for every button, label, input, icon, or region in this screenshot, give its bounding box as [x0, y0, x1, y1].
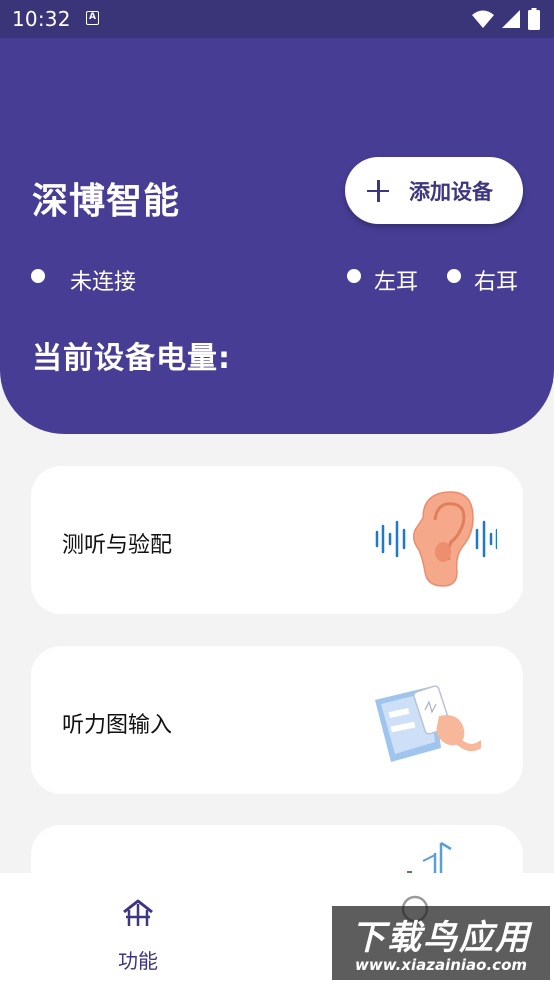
brand-title: 深博智能 — [32, 181, 181, 222]
add-device-button[interactable]: 添加设备 — [345, 157, 523, 224]
right-ear-label: 右耳 — [474, 270, 519, 295]
left-ear-dot — [347, 269, 361, 283]
watermark: 下载鸟应用 www.xiazainiao.com — [332, 906, 550, 980]
music-note-icon — [407, 841, 452, 875]
ear-soundwave-icon — [375, 491, 497, 587]
wifi-icon — [472, 10, 494, 28]
battery-label: 当前设备电量: — [32, 341, 231, 376]
watermark-title: 下载鸟应用 — [351, 918, 531, 958]
connection-status: 未连接 — [70, 270, 137, 295]
card-label: 测听与验配 — [62, 533, 173, 558]
plus-icon — [367, 179, 389, 202]
card-hearing-test[interactable]: 测听与验配 — [31, 466, 523, 614]
device-header: 深博智能 添加设备 未连接 左耳 右耳 当前设备电量: — [0, 38, 554, 434]
signal-icon — [502, 10, 520, 28]
card-label: 听力图输入 — [62, 713, 173, 738]
status-bar: 10:32 A — [0, 0, 554, 38]
right-ear-dot — [447, 269, 461, 283]
connection-status-dot — [31, 269, 45, 283]
watermark-url: www.xiazainiao.com — [354, 956, 528, 974]
left-ear-label: 左耳 — [374, 270, 419, 295]
status-time: 10:32 — [12, 7, 71, 31]
notification-icon: A — [86, 11, 99, 25]
add-device-label: 添加设备 — [409, 179, 493, 204]
nav-label-functions: 功能 — [118, 949, 158, 973]
status-icons — [472, 8, 540, 30]
home-icon — [123, 899, 153, 926]
battery-icon — [528, 8, 540, 30]
card-audiogram-input[interactable]: 听力图输入 — [31, 646, 523, 794]
audiogram-phone-icon — [375, 685, 481, 762]
